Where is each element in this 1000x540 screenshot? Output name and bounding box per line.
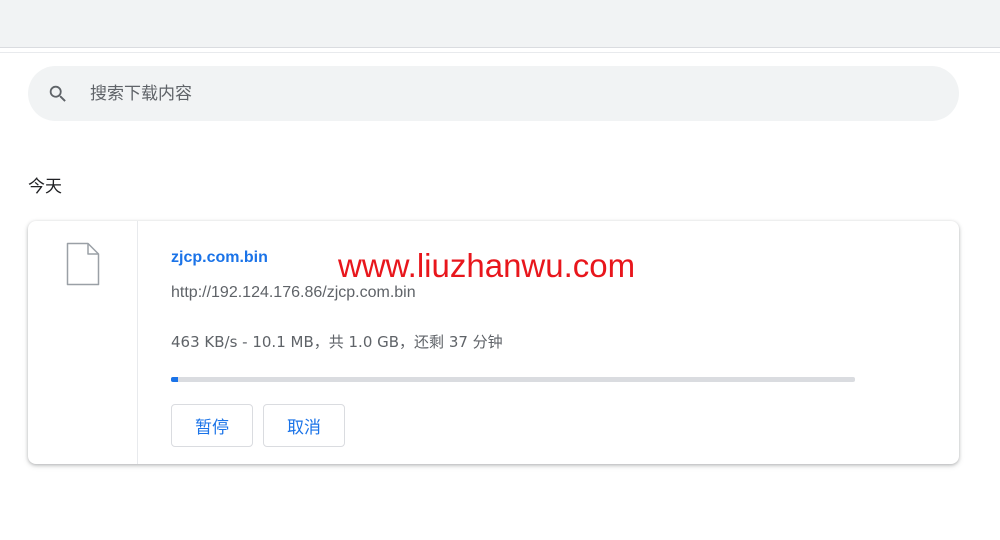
date-group-title: 今天 — [28, 177, 62, 197]
file-icon — [66, 242, 100, 286]
search-input[interactable] — [90, 78, 940, 110]
download-status: 463 KB/s - 10.1 MB，共 1.0 GB，还剩 37 分钟 — [171, 333, 503, 351]
watermark-text: www.liuzhanwu.com — [338, 247, 636, 284]
download-progress-bar — [171, 377, 855, 382]
toolbar — [0, 0, 1000, 48]
download-item-divider — [137, 221, 138, 464]
cancel-button[interactable]: 取消 — [263, 404, 345, 447]
toolbar-divider — [0, 52, 1000, 53]
search-icon[interactable] — [47, 83, 69, 105]
pause-button[interactable]: 暂停 — [171, 404, 253, 447]
file-name-link[interactable]: zjcp.com.bin — [171, 248, 268, 268]
download-progress-fill — [171, 377, 178, 382]
